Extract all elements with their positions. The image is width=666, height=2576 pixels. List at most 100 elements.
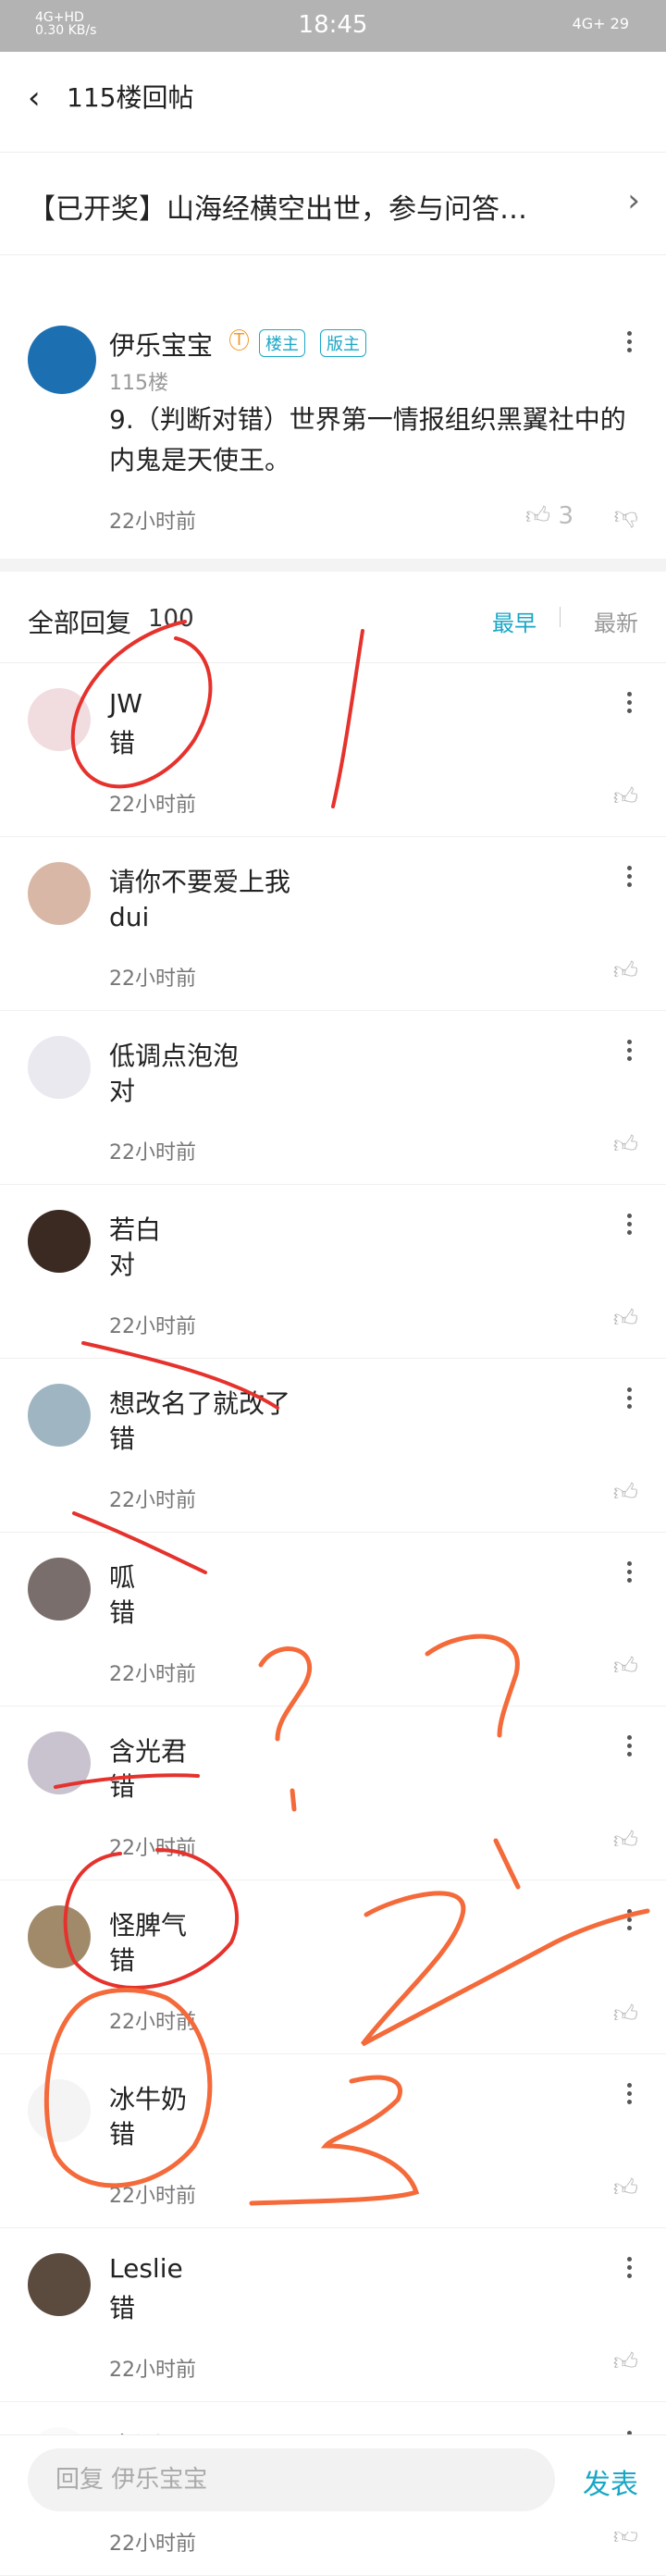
avatar[interactable] <box>28 1384 91 1447</box>
reply-time: 22小时前 <box>109 2359 196 2382</box>
reply-content: 错 <box>109 728 136 758</box>
reply-item[interactable]: JW 错 22小时前 👍︎ <box>0 662 666 837</box>
more-icon[interactable] <box>623 688 635 721</box>
like-count: 3 <box>558 502 574 530</box>
back-arrow-icon[interactable]: ‹ <box>28 80 65 117</box>
avatar[interactable] <box>28 1732 91 1794</box>
like-icon[interactable]: 👍︎ <box>613 1130 638 1159</box>
like-icon[interactable]: 👍︎ <box>613 1652 638 1681</box>
reply-item[interactable]: 怪脾气错 22小时前 👍︎ <box>0 1880 666 2054</box>
floor-number: 115楼 <box>109 372 168 395</box>
badge-moderator: 版主 <box>320 329 366 357</box>
reply-author[interactable]: 怪脾气 <box>109 1905 187 1942</box>
avatar[interactable] <box>28 1210 91 1273</box>
battery-level: 29 <box>610 15 629 32</box>
reply-time: 22小时前 <box>109 2011 196 2034</box>
reply-content: 错 <box>109 2119 136 2150</box>
more-icon[interactable] <box>623 862 635 895</box>
like-icon[interactable]: 👍︎ <box>613 2174 638 2202</box>
reply-content: 对 <box>109 1250 136 1280</box>
op-name[interactable]: 伊乐宝宝 <box>109 326 213 363</box>
send-button[interactable]: 发表 <box>583 2461 638 2502</box>
reply-content: 错 <box>109 1597 136 1628</box>
status-bar: 4G+HD 0.30 KB/s 18:45 4G+ 29 <box>0 0 666 52</box>
like-icon[interactable]: 👍︎ <box>613 783 638 811</box>
like-button[interactable]: 👍︎ 3 <box>525 501 574 530</box>
reply-item[interactable]: 冰牛奶错 22小时前 👍︎ <box>0 2053 666 2228</box>
reply-time: 22小时前 <box>109 1141 196 1165</box>
more-icon[interactable] <box>623 1732 635 1765</box>
reply-item[interactable]: 请你不要爱上我 dui 22小时前 👍︎ <box>0 836 666 1011</box>
status-time: 18:45 <box>298 11 368 39</box>
reply-author[interactable]: 冰牛奶 <box>109 2079 187 2116</box>
avatar[interactable] <box>28 2079 91 2142</box>
more-icon[interactable] <box>623 1905 635 1939</box>
original-post: 伊乐宝宝 T 楼主 版主 115楼 9.（判断对错）世界第一情报组织黑翼社中的内… <box>0 253 666 559</box>
replies-count: 100 <box>148 605 194 633</box>
reply-time: 22小时前 <box>109 1489 196 1512</box>
reply-item[interactable]: 想改名了就改了错 22小时前 👍︎ <box>0 1358 666 1533</box>
reply-item[interactable]: 若白对 22小时前 👍︎ <box>0 1184 666 1359</box>
reply-author[interactable]: 想改名了就改了 <box>109 1384 290 1421</box>
avatar[interactable] <box>28 1905 91 1968</box>
sort-latest-tab[interactable]: 最新 <box>594 605 638 637</box>
avatar[interactable] <box>28 2253 91 2316</box>
reply-time: 22小时前 <box>109 794 196 817</box>
reply-author[interactable]: 若白 <box>109 1210 161 1247</box>
reply-author[interactable]: 低调点泡泡 <box>109 1036 239 1073</box>
avatar[interactable] <box>28 326 96 394</box>
avatar[interactable] <box>28 862 91 925</box>
reply-item[interactable]: Leslie 错 22小时前 👍︎ <box>0 2227 666 2402</box>
more-icon[interactable] <box>623 1036 635 1069</box>
reply-item[interactable]: 含光君错 22小时前 👍︎ <box>0 1706 666 1880</box>
more-icon[interactable] <box>623 2079 635 2113</box>
network-type-right: 4G+ <box>572 15 606 32</box>
page-title: 115楼回帖 <box>67 82 194 113</box>
reply-author[interactable]: JW <box>109 688 142 719</box>
op-content: 9.（判断对错）世界第一情报组织黑翼社中的内鬼是天使王。 <box>109 404 626 475</box>
reply-time: 22小时前 <box>109 968 196 991</box>
reply-content: 错 <box>109 2293 136 2323</box>
reply-input[interactable]: 回复 伊乐宝宝 <box>28 2448 555 2511</box>
more-icon[interactable] <box>623 2253 635 2286</box>
sort-earliest-tab[interactable]: 最早 <box>492 605 536 637</box>
avatar[interactable] <box>28 1558 91 1621</box>
replies-label: 全部回复 <box>28 608 132 638</box>
reply-time: 22小时前 <box>109 1837 196 1860</box>
more-icon[interactable] <box>623 1384 635 1417</box>
reply-author[interactable]: 呱 <box>109 1558 135 1595</box>
like-icon[interactable]: 👍︎ <box>613 1478 638 1507</box>
like-icon[interactable]: 👍︎ <box>613 2348 638 2376</box>
reply-content: 错 <box>109 1945 136 1976</box>
reply-author[interactable]: Leslie <box>109 2253 183 2284</box>
battery-indicator: 4G+ 29 <box>573 15 629 32</box>
like-icon[interactable]: 👍︎ <box>613 1304 638 1333</box>
dislike-icon[interactable]: 👎︎ <box>614 501 638 530</box>
reply-item[interactable]: 呱错 22小时前 👍︎ <box>0 1532 666 1707</box>
op-time: 22小时前 <box>109 511 196 534</box>
more-icon[interactable] <box>623 1558 635 1591</box>
chevron-right-icon: › <box>627 182 640 219</box>
avatar[interactable] <box>28 688 91 751</box>
reply-content: dui <box>109 902 150 932</box>
topic-title: 【已开奖】山海经横空出世，参与问答… <box>28 193 527 226</box>
like-icon[interactable]: 👍︎ <box>613 1826 638 1855</box>
reply-content: 对 <box>109 1076 136 1106</box>
topic-row[interactable]: 【已开奖】山海经横空出世，参与问答… › <box>0 152 666 255</box>
like-icon[interactable]: 👍︎ <box>613 956 638 985</box>
replies-header: 全部回复 100 最早 最新 <box>0 570 666 663</box>
sort-divider <box>560 607 561 627</box>
reply-content: 错 <box>109 1424 136 1454</box>
top-bar: ‹ 115楼回帖 <box>0 52 666 144</box>
reply-author[interactable]: 含光君 <box>109 1732 187 1769</box>
reply-item[interactable]: 低调点泡泡对 22小时前 👍︎ <box>0 1010 666 1185</box>
bottom-bar: 回复 伊乐宝宝 发表 <box>0 2434 666 2532</box>
reply-time: 22小时前 <box>109 1315 196 1338</box>
more-icon[interactable] <box>623 1210 635 1243</box>
more-icon[interactable] <box>623 327 635 361</box>
page: ‹ 115楼回帖 【已开奖】山海经横空出世，参与问答… › 伊乐宝宝 T 楼主 … <box>0 52 666 2576</box>
avatar[interactable] <box>28 1036 91 1099</box>
level-icon: T <box>229 329 249 351</box>
like-icon[interactable]: 👍︎ <box>613 2000 638 2028</box>
reply-author[interactable]: 请你不要爱上我 <box>109 862 290 899</box>
